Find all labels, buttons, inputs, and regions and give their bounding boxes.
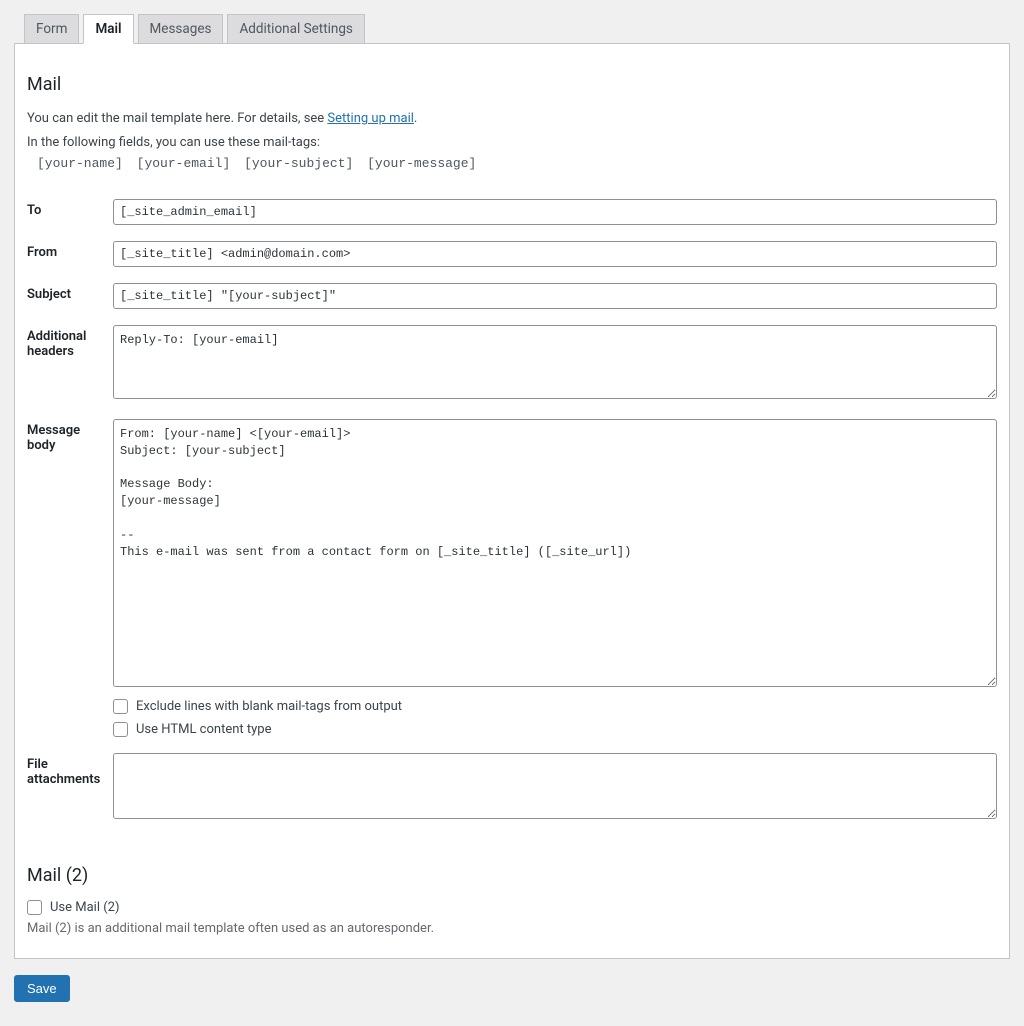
from-input[interactable] bbox=[113, 241, 997, 267]
use-html-checkbox[interactable] bbox=[113, 722, 128, 737]
tab-additional-settings-label: Additional Settings bbox=[239, 21, 352, 37]
exclude-blank-label[interactable]: Exclude lines with blank mail-tags from … bbox=[136, 699, 402, 714]
intro-block: You can edit the mail template here. For… bbox=[27, 109, 997, 171]
file-attachments-label: File attachments bbox=[27, 747, 113, 833]
mailtags-list: [your-name] [your-email] [your-subject] … bbox=[27, 156, 997, 171]
mailtag-your-subject: [your-subject] bbox=[244, 156, 353, 171]
from-label: From bbox=[27, 235, 113, 277]
mailtag-your-message: [your-message] bbox=[367, 156, 476, 171]
tab-mail[interactable]: Mail bbox=[83, 14, 133, 44]
setting-up-mail-link[interactable]: Setting up mail bbox=[327, 111, 413, 126]
to-input[interactable] bbox=[113, 199, 997, 225]
save-button-label: Save bbox=[27, 981, 57, 996]
save-button[interactable]: Save bbox=[14, 975, 70, 1002]
subject-input[interactable] bbox=[113, 283, 997, 309]
message-body-textarea[interactable] bbox=[113, 419, 997, 687]
mail2-description: Mail (2) is an additional mail template … bbox=[27, 921, 997, 936]
message-body-label: Message body bbox=[27, 413, 113, 747]
panel-heading: Mail bbox=[27, 74, 997, 95]
mail2-heading: Mail (2) bbox=[27, 865, 997, 886]
intro-text-2: In the following fields, you can use the… bbox=[27, 133, 997, 153]
mail-panel: Mail You can edit the mail template here… bbox=[14, 43, 1010, 959]
file-attachments-textarea[interactable] bbox=[113, 753, 997, 819]
tab-form[interactable]: Form bbox=[24, 14, 79, 43]
additional-headers-label: Additional headers bbox=[27, 319, 113, 413]
tab-bar: Form Mail Messages Additional Settings bbox=[14, 14, 1010, 43]
subject-label: Subject bbox=[27, 277, 113, 319]
mailtag-your-name: [your-name] bbox=[37, 156, 123, 171]
tab-form-label: Form bbox=[36, 21, 67, 37]
use-mail2-label[interactable]: Use Mail (2) bbox=[50, 900, 120, 915]
tab-messages[interactable]: Messages bbox=[138, 14, 224, 43]
tab-mail-label: Mail bbox=[95, 21, 121, 37]
use-html-label[interactable]: Use HTML content type bbox=[136, 722, 271, 737]
mail-form-table: To From Subject Additional headers Messa… bbox=[27, 193, 997, 833]
tab-additional-settings[interactable]: Additional Settings bbox=[227, 14, 364, 43]
intro-text-1: You can edit the mail template here. For… bbox=[27, 111, 327, 126]
exclude-blank-checkbox[interactable] bbox=[113, 699, 128, 714]
mailtag-your-email: [your-email] bbox=[137, 156, 231, 171]
intro-period: . bbox=[414, 111, 417, 126]
tab-messages-label: Messages bbox=[150, 21, 212, 37]
to-label: To bbox=[27, 193, 113, 235]
use-mail2-checkbox[interactable] bbox=[27, 900, 42, 915]
additional-headers-textarea[interactable] bbox=[113, 325, 997, 399]
